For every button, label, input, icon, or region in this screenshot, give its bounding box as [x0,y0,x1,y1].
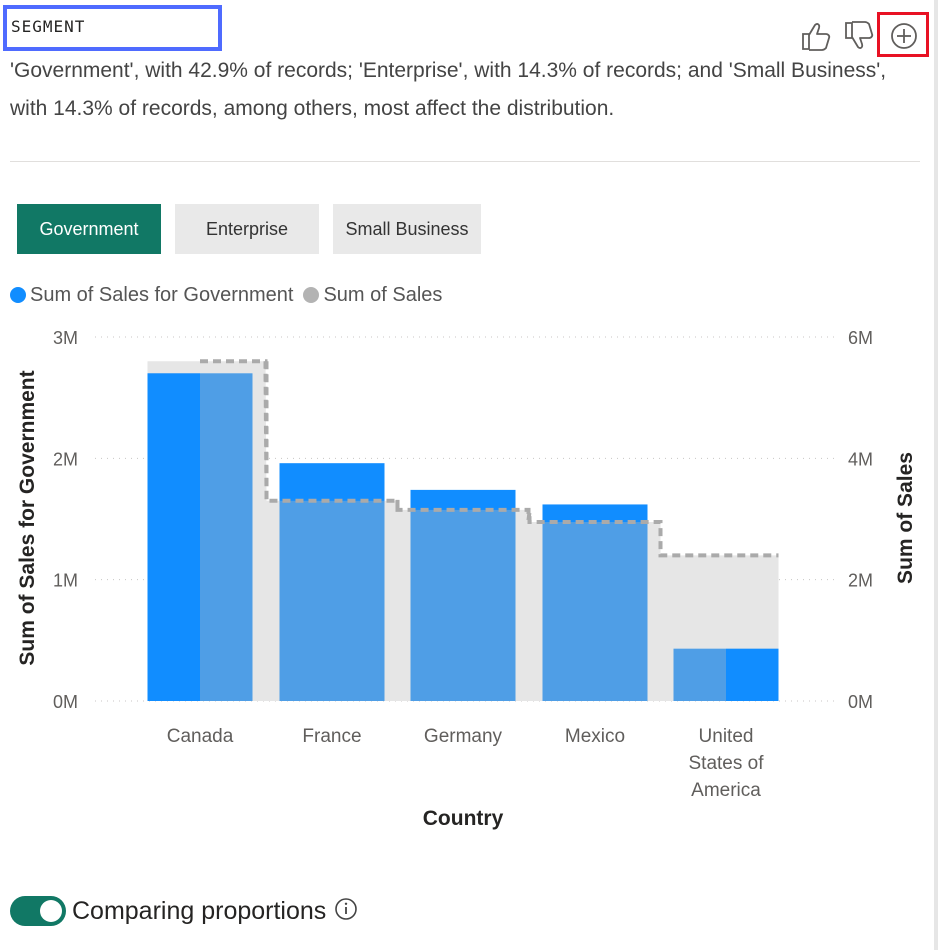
right-axis-tick: 4M [848,449,873,469]
category-label: United [699,726,754,747]
left-axis-tick: 1M [53,571,78,591]
insight-summary: 'Government', with 42.9% of records; 'En… [10,59,887,120]
divider [10,161,920,162]
segment-tab-government[interactable]: Government [17,204,161,254]
legend-item-government: Sum of Sales for Government [10,284,293,307]
right-axis-tick: 0M [848,692,873,712]
comparing-proportions-toggle[interactable] [10,896,66,926]
category-label: States of [689,753,765,774]
legend-label-government: Sum of Sales for Government [30,283,294,306]
segment-tab-enterprise[interactable]: Enterprise [175,204,319,254]
right-axis-tick: 2M [848,571,873,591]
segment-tab-small-business[interactable]: Small Business [333,204,481,254]
bar-overlap [410,509,516,701]
sales-chart: 0M 1M 2M 3M 0M 2M 4M 6M Canada France Germany Mexic… [16,328,917,830]
category-label: France [302,726,361,747]
category-label: Canada [167,726,234,747]
left-axis-title: Sum of Sales for Government [16,370,39,665]
bar-overlap [279,500,385,701]
comparing-proportions-control[interactable]: Comparing proportions [10,896,358,926]
legend-dot-government [10,287,26,303]
category-label: America [691,780,761,801]
right-axis-title: Sum of Sales [894,452,917,584]
category-label: Mexico [565,726,625,747]
info-icon[interactable] [334,897,358,926]
left-axis-tick: 0M [53,692,78,712]
left-axis-tick: 3M [53,328,78,348]
category-label: Germany [424,726,503,747]
bar-overlap [542,522,648,701]
chart-legend: Sum of Sales for Government Sum of Sales [10,281,452,309]
legend-label-sales: Sum of Sales [323,283,443,306]
bar-government-left-half [147,373,200,701]
toggle-label: Comparing proportions [72,896,327,925]
scrollbar[interactable] [934,0,938,950]
toggle-knob [40,900,62,922]
left-axis-tick: 2M [53,449,78,469]
bar-government-right-half [726,648,779,701]
x-axis-title: Country [423,807,504,830]
right-axis-tick: 6M [848,328,873,348]
plus-circle-icon[interactable] [890,22,918,50]
legend-dot-sales [303,287,320,303]
thumbs-down-icon[interactable] [843,20,877,52]
legend-item-sales: Sum of Sales [303,284,442,307]
thumbs-up-icon[interactable] [800,20,834,52]
page-title: SEGMENT [11,17,86,36]
